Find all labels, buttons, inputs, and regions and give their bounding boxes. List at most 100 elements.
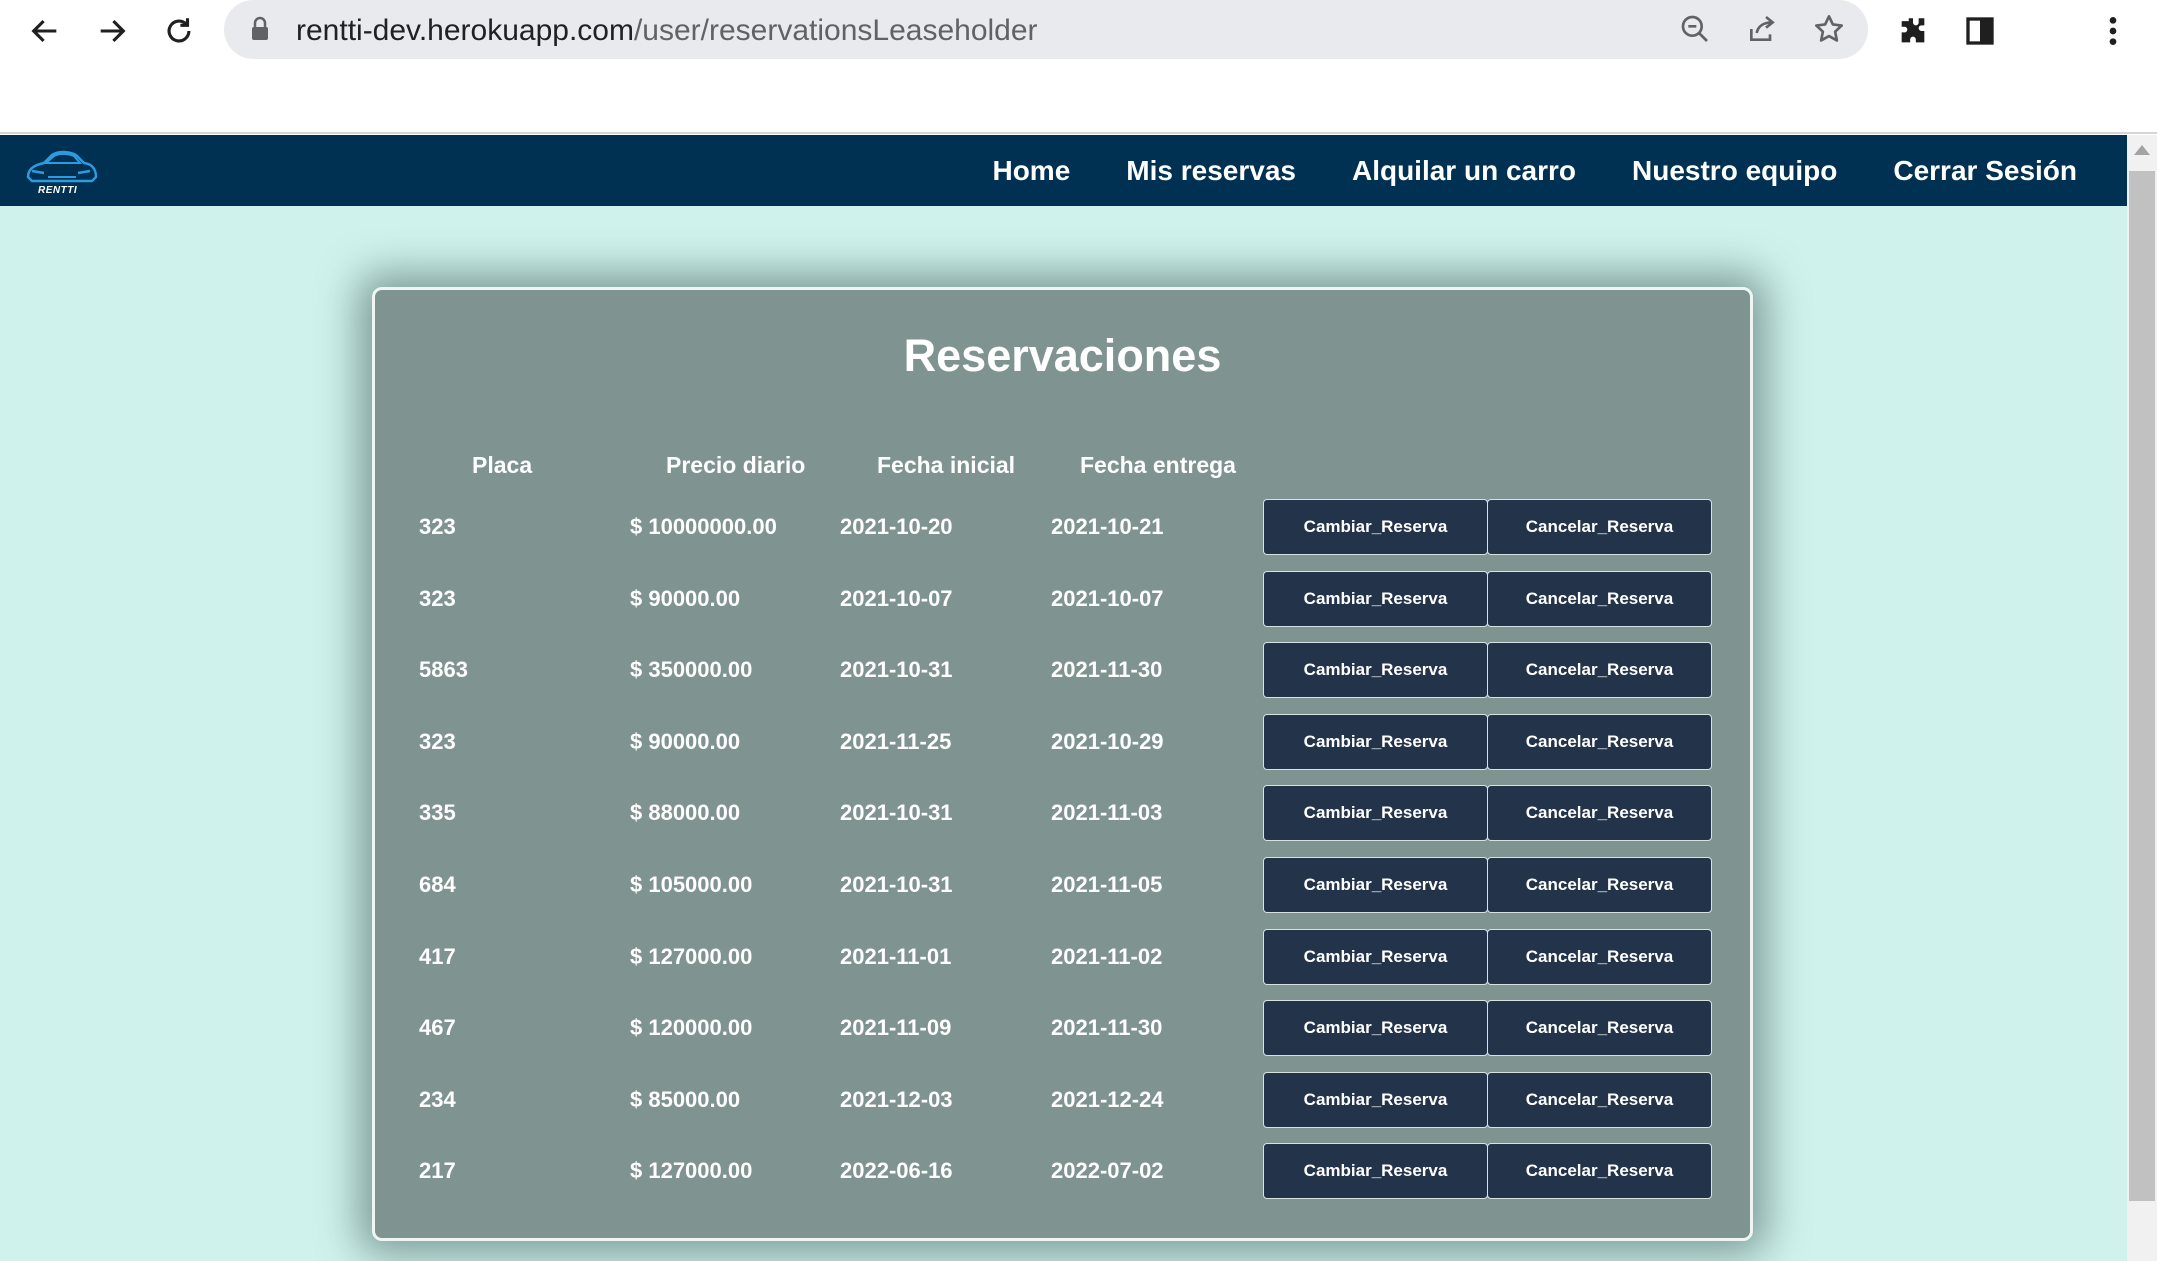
- table-row: 335 $ 88000.00 2021-10-31 2021-11-03 Cambiar…: [375, 785, 1750, 841]
- table-row: 684 $ 105000.00 2021-10-31 2021-11-05 Cambia…: [375, 857, 1750, 913]
- cell-precio: $ 127000.00: [630, 1158, 753, 1183]
- cell-fecha-entrega: 2021-11-03: [1051, 800, 1163, 825]
- cancelar-reserva-button[interactable]: Cancelar_Reserva: [1487, 1072, 1712, 1128]
- cancelar-reserva-button[interactable]: Cancelar_Reserva: [1487, 499, 1712, 555]
- cell-fecha-entrega: 2021-11-02: [1051, 944, 1163, 969]
- lock-icon: [250, 16, 270, 47]
- rentti-logo[interactable]: RENTTI: [22, 147, 100, 199]
- cancelar-reserva-button[interactable]: Cancelar_Reserva: [1487, 857, 1712, 913]
- reservations-card: Reservaciones Placa Precio diario Fecha …: [372, 287, 1753, 1241]
- nav-home-link[interactable]: Home: [992, 155, 1070, 187]
- nav-logout-link[interactable]: Cerrar Sesión: [1893, 155, 2077, 187]
- cell-placa: 234: [419, 1087, 456, 1112]
- browser-toolbar: rentti-dev.herokuapp.com/user/reservatio…: [0, 0, 2157, 134]
- cell-placa: 417: [419, 944, 456, 969]
- logo-text: RENTTI: [38, 185, 78, 196]
- cell-precio: $ 90000.00: [630, 729, 741, 754]
- back-arrow-icon[interactable]: [20, 6, 70, 56]
- scrollbar-thumb[interactable]: [2129, 171, 2155, 1201]
- page-scrollbar[interactable]: [2127, 135, 2157, 1261]
- page-title: Reservaciones: [903, 330, 1222, 381]
- table-row: 417 $ 127000.00 2021-11-01 2021-11-02 Cambia…: [375, 929, 1750, 985]
- cell-placa: 323: [419, 586, 456, 611]
- cancelar-reserva-button[interactable]: Cancelar_Reserva: [1487, 571, 1712, 627]
- cell-placa: 5863: [419, 657, 468, 682]
- cancelar-reserva-button[interactable]: Cancelar_Reserva: [1487, 1000, 1712, 1056]
- cell-fecha-entrega: 2021-11-05: [1051, 872, 1163, 897]
- cambiar-reserva-button[interactable]: Cambiar_Reserva: [1263, 1072, 1488, 1128]
- cell-placa: 323: [419, 729, 456, 754]
- table-row: 5863 $ 350000.00 2021-10-31 2021-11-30 Cambi…: [375, 642, 1750, 698]
- table-row: 323 $ 10000000.00 2021-10-20 2021-10-21 Camb…: [375, 499, 1750, 555]
- cell-fecha-inicial: 2021-11-25: [840, 729, 952, 754]
- cambiar-reserva-button[interactable]: Cambiar_Reserva: [1263, 642, 1488, 698]
- cell-fecha-inicial: 2021-10-20: [840, 514, 953, 539]
- cell-fecha-inicial: 2021-10-31: [840, 872, 953, 897]
- cell-precio: $ 90000.00: [630, 586, 741, 611]
- cancelar-reserva-button[interactable]: Cancelar_Reserva: [1487, 714, 1712, 770]
- cell-precio: $ 85000.00: [630, 1087, 741, 1112]
- cambiar-reserva-button[interactable]: Cambiar_Reserva: [1263, 1000, 1488, 1056]
- cell-fecha-entrega: 2022-07-02: [1051, 1158, 1164, 1183]
- cell-placa: 217: [419, 1158, 456, 1183]
- menu-kebab-icon[interactable]: [2091, 9, 2135, 53]
- url-path: /user/reservationsLeaseholder: [633, 14, 1038, 47]
- cambiar-reserva-button[interactable]: Cambiar_Reserva: [1263, 929, 1488, 985]
- cell-placa: 335: [419, 800, 456, 825]
- bookmark-star-icon[interactable]: [1809, 9, 1849, 49]
- page-viewport: RENTTI Home Mis reservas Alquilar un car…: [0, 135, 2127, 1261]
- cambiar-reserva-button[interactable]: Cambiar_Reserva: [1263, 857, 1488, 913]
- cell-fecha-inicial: 2021-10-07: [840, 586, 953, 611]
- reload-icon[interactable]: [154, 6, 204, 56]
- column-header-placa: Placa: [472, 452, 533, 478]
- cell-fecha-entrega: 2021-11-30: [1051, 1015, 1163, 1040]
- cell-fecha-inicial: 2021-10-31: [840, 657, 953, 682]
- cell-precio: $ 10000000.00: [630, 514, 777, 539]
- cell-placa: 467: [419, 1015, 456, 1040]
- table-row: 323 $ 90000.00 2021-10-07 2021-10-07 Cambiar…: [375, 571, 1750, 627]
- table-row: 234 $ 85000.00 2021-12-03 2021-12-24 Cambiar…: [375, 1072, 1750, 1128]
- nav-mis-reservas-link[interactable]: Mis reservas: [1126, 155, 1296, 187]
- cambiar-reserva-button[interactable]: Cambiar_Reserva: [1263, 1143, 1488, 1199]
- zoom-icon[interactable]: [1675, 9, 1715, 49]
- cell-placa: 684: [419, 872, 456, 897]
- cell-fecha-entrega: 2021-10-29: [1051, 729, 1164, 754]
- top-navbar: RENTTI Home Mis reservas Alquilar un car…: [0, 135, 2127, 206]
- cancelar-reserva-button[interactable]: Cancelar_Reserva: [1487, 1143, 1712, 1199]
- cell-fecha-inicial: 2021-11-09: [840, 1015, 952, 1040]
- extensions-icon[interactable]: [1891, 9, 1935, 53]
- nav-equipo-link[interactable]: Nuestro equipo: [1632, 155, 1837, 187]
- cell-fecha-entrega: 2021-10-07: [1051, 586, 1164, 611]
- nav-links: Home Mis reservas Alquilar un carro Nues…: [992, 135, 2077, 206]
- side-panel-icon[interactable]: [1958, 9, 2002, 53]
- cell-precio: $ 350000.00: [630, 657, 753, 682]
- cell-fecha-entrega: 2021-10-21: [1051, 514, 1164, 539]
- nav-alquilar-link[interactable]: Alquilar un carro: [1352, 155, 1576, 187]
- cambiar-reserva-button[interactable]: Cambiar_Reserva: [1263, 499, 1488, 555]
- table-row: 217 $ 127000.00 2022-06-16 2022-07-02 Cambia…: [375, 1143, 1750, 1199]
- cancelar-reserva-button[interactable]: Cancelar_Reserva: [1487, 642, 1712, 698]
- address-bar[interactable]: rentti-dev.herokuapp.com/user/reservatio…: [224, 0, 1868, 59]
- column-header-fecha-entrega: Fecha entrega: [1080, 452, 1236, 478]
- share-icon[interactable]: [1742, 9, 1782, 49]
- cancelar-reserva-button[interactable]: Cancelar_Reserva: [1487, 929, 1712, 985]
- cell-precio: $ 88000.00: [630, 800, 741, 825]
- cell-precio: $ 127000.00: [630, 944, 753, 969]
- cambiar-reserva-button[interactable]: Cambiar_Reserva: [1263, 785, 1488, 841]
- cell-fecha-entrega: 2021-11-30: [1051, 657, 1163, 682]
- forward-arrow-icon[interactable]: [87, 6, 137, 56]
- url-text: rentti-dev.herokuapp.com/user/reservatio…: [296, 14, 1038, 48]
- cancelar-reserva-button[interactable]: Cancelar_Reserva: [1487, 785, 1712, 841]
- cambiar-reserva-button[interactable]: Cambiar_Reserva: [1263, 714, 1488, 770]
- scroll-up-arrow-icon[interactable]: [2134, 145, 2150, 155]
- cell-placa: 323: [419, 514, 456, 539]
- url-host: rentti-dev.herokuapp.com: [296, 14, 634, 47]
- table-row: 323 $ 90000.00 2021-11-25 2021-10-29 Cambiar…: [375, 714, 1750, 770]
- cell-precio: $ 120000.00: [630, 1015, 753, 1040]
- cambiar-reserva-button[interactable]: Cambiar_Reserva: [1263, 571, 1488, 627]
- column-header-precio: Precio diario: [666, 452, 806, 478]
- column-header-fecha-inicial: Fecha inicial: [877, 452, 1016, 478]
- cell-fecha-inicial: 2021-10-31: [840, 800, 953, 825]
- cell-fecha-inicial: 2021-11-01: [840, 944, 952, 969]
- cell-fecha-entrega: 2021-12-24: [1051, 1087, 1164, 1112]
